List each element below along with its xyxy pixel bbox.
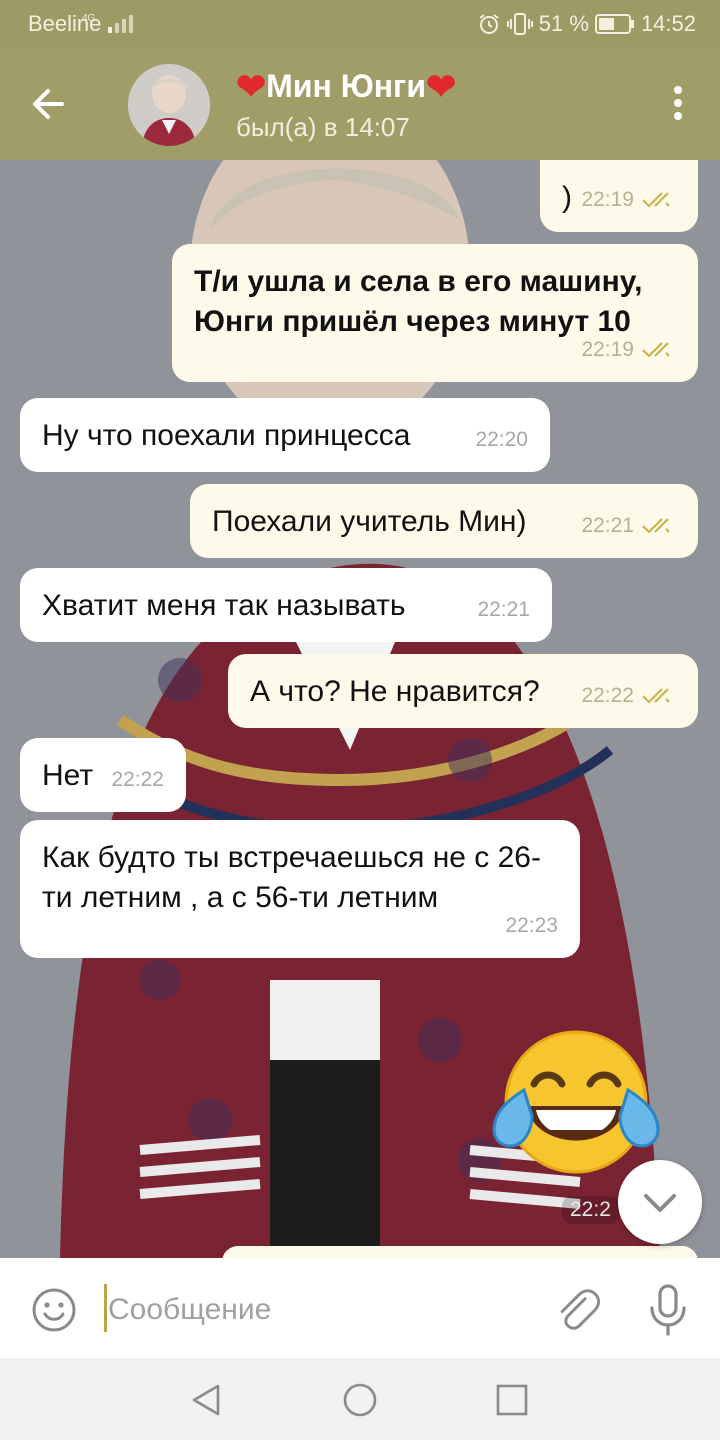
last-seen: был(а) в 14:07: [236, 112, 410, 142]
contact-name[interactable]: ❤ Мин Юнги ❤: [236, 68, 456, 105]
message-text: Хватит меня так называть: [42, 589, 406, 622]
battery-percent: 51 %: [538, 11, 589, 36]
message-meta: 22:19: [581, 330, 676, 370]
message-bubble[interactable]: Как будто ты встречаешься не с 26-ти лет…: [20, 820, 580, 958]
message-input-bar: [0, 1258, 720, 1358]
double-check-icon: [642, 518, 670, 534]
message-bubble[interactable]: Ну что поехали принцесса 22:20: [20, 398, 550, 472]
message-time: 22:19: [581, 188, 634, 211]
chat-header: ❤ Мин Юнги ❤ был(а) в 14:07: [0, 48, 720, 160]
message-time: 22:21: [477, 598, 530, 621]
smile-icon[interactable]: [30, 1286, 78, 1334]
back-arrow-icon[interactable]: [22, 78, 74, 130]
message-time: 22:21: [581, 514, 634, 537]
vibrate-icon: [506, 13, 533, 35]
message-text: А что? Не нравится?: [250, 675, 540, 708]
system-navigation-bar: [0, 1358, 720, 1440]
contact-name-text: Мин Юнги: [266, 68, 427, 104]
message-time: 22:22: [111, 768, 164, 791]
message-bubble[interactable]: [222, 1246, 698, 1258]
message-text: Поехали учитель Мин): [212, 505, 527, 538]
message-meta: 22:21: [581, 506, 676, 546]
message-time: 22:2: [562, 1196, 619, 1224]
status-bar: Beeline 4G 51 % 14:52: [0, 0, 720, 48]
message-time: 22:22: [581, 684, 634, 707]
message-time: 22:20: [475, 428, 528, 451]
message-input[interactable]: [108, 1288, 508, 1332]
message-bubble[interactable]: Нет 22:22: [20, 738, 186, 812]
scroll-down-button[interactable]: [618, 1160, 702, 1244]
network-type: 4G: [82, 13, 96, 24]
heart-left: ❤: [236, 65, 267, 107]
chat-area[interactable]: ) 22:19 Т/и ушла и села в его машину, Юн…: [0, 160, 720, 1258]
message-bubble[interactable]: А что? Не нравится? 22:22: [228, 654, 698, 728]
message-text: Ну что поехали принцесса: [42, 419, 411, 452]
double-check-icon: [642, 342, 670, 358]
message-bubble[interactable]: Хватит меня так называть 22:21: [20, 568, 552, 642]
chevron-down-icon: [644, 1194, 676, 1212]
message-bubble[interactable]: Т/и ушла и села в его машину, Юнги пришё…: [172, 244, 698, 382]
paperclip-icon[interactable]: [552, 1284, 600, 1336]
text-cursor: [104, 1284, 107, 1332]
message-text: Т/и ушла и села в его машину, Юнги пришё…: [194, 265, 643, 338]
heart-right: ❤: [426, 65, 457, 107]
message-text: Нет: [42, 759, 94, 792]
message-time: 22:19: [581, 338, 634, 361]
nav-recents-icon[interactable]: [492, 1380, 532, 1420]
message-meta: 22:22: [581, 676, 676, 716]
double-check-icon: [642, 192, 670, 208]
message-text: Как будто ты встречаешься не с 26-ти лет…: [42, 841, 541, 914]
message-meta: 22:19: [581, 180, 676, 220]
avatar[interactable]: [128, 64, 210, 146]
message-time: 22:23: [505, 914, 558, 937]
more-vert-icon[interactable]: [668, 86, 688, 126]
nav-back-icon[interactable]: [186, 1380, 226, 1420]
double-check-icon: [642, 688, 670, 704]
clock: 14:52: [640, 11, 696, 36]
nav-home-icon[interactable]: [340, 1380, 380, 1420]
message-text: ): [562, 181, 572, 214]
cellular-signal-icon: 4G: [82, 13, 133, 33]
face-with-tears-of-joy-icon[interactable]: [488, 1026, 664, 1176]
alarm-icon: [479, 14, 499, 34]
microphone-icon[interactable]: [646, 1282, 690, 1338]
battery-icon: [594, 14, 634, 34]
message-bubble[interactable]: ) 22:19: [540, 160, 698, 232]
message-bubble[interactable]: Поехали учитель Мин) 22:21: [190, 484, 698, 558]
